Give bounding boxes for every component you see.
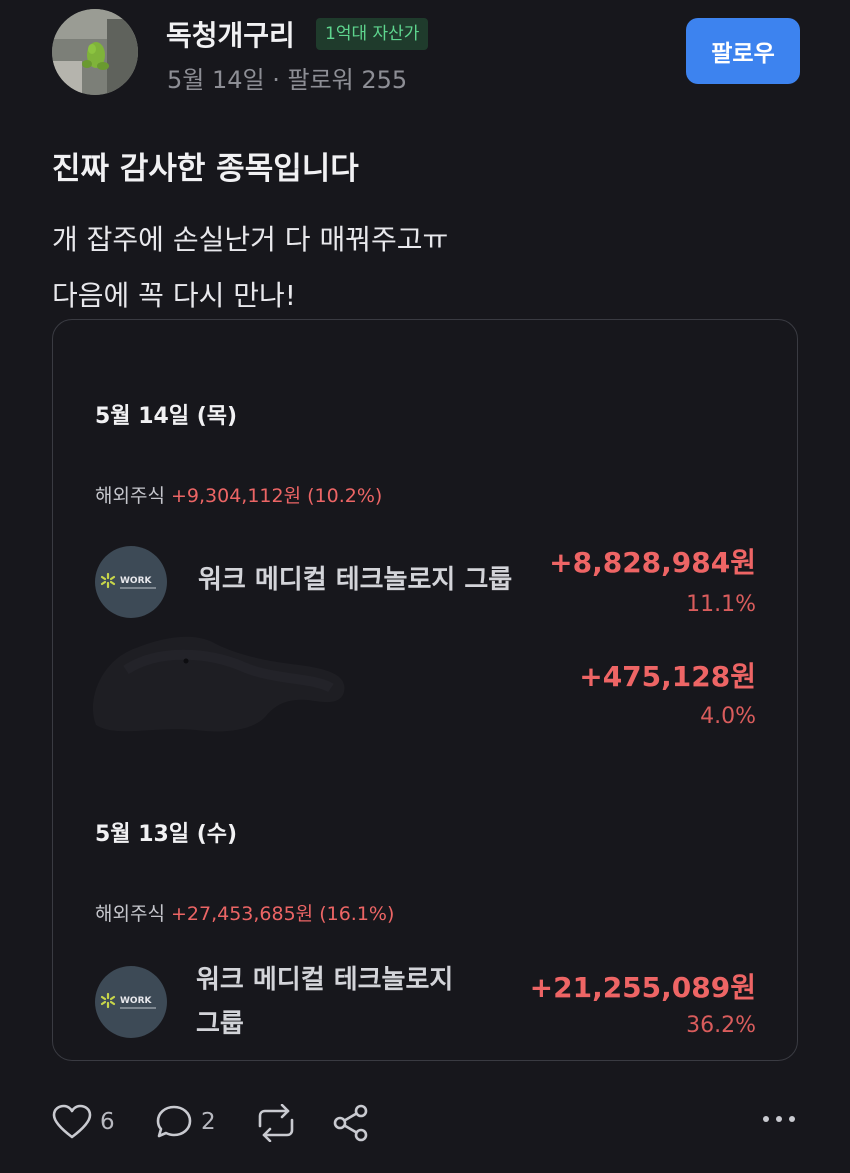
share-button[interactable] [332,1104,370,1142]
stock-pct: 4.0% [700,704,756,729]
comment-icon [156,1105,192,1138]
stock-amount: +8,828,984원 [549,546,756,579]
share-icon [333,1104,368,1142]
stock-pct: 11.1% [686,592,756,617]
category-summary: 해외주식 +9,304,112원 (10.2%) [95,481,382,508]
stock-amount: +475,128원 [579,660,756,693]
stock-logo: WORK [95,966,167,1038]
repost-button[interactable] [254,1104,298,1142]
follow-button[interactable]: 팔로우 [686,18,800,84]
post-title: 진짜 감사한 종목입니다 [52,151,359,187]
avatar[interactable] [52,9,138,95]
stock-logo: WORK [95,546,167,618]
stock-amount: +21,255,089원 [529,971,756,1004]
like-button[interactable]: 6 [52,1104,115,1140]
date-label: 5월 13일 (수) [95,822,238,847]
comment-count: 2 [201,1109,216,1135]
more-icon [763,1116,795,1122]
post-header: 독청개구리 1억대 자산가 5월 14일 · 팔로워 255 팔로우 [0,0,850,110]
more-button[interactable] [762,1114,796,1124]
logo-text: WORK [120,996,153,1006]
post-body-line: 개 잡주에 손실난거 다 매꿔주고ㅠ [52,223,449,256]
asset-badge: 1억대 자산가 [316,18,429,50]
like-count: 6 [100,1109,115,1135]
post-body-line: 다음에 꼭 다시 만나! [52,279,297,312]
category-gain: +9,304,112원 (10.2%) [170,485,383,507]
repost-icon [258,1104,294,1142]
username[interactable]: 독청개구리 [166,14,295,54]
post-body: 개 잡주에 손실난거 다 매꿔주고ㅠ 다음에 꼭 다시 만나! [52,212,448,324]
category-label: 해외주식 [95,485,165,507]
heart-icon [52,1104,92,1139]
stock-name-line: 그룹 [196,1009,244,1039]
category-label: 해외주식 [95,903,165,925]
logo-text: WORK [120,576,153,586]
action-bar: 6 2 [0,1100,850,1150]
stock-name[interactable]: 워크 메디컬 테크놀로지 그룹 [196,958,453,1046]
comment-button[interactable]: 2 [155,1104,216,1140]
date-label: 5월 14일 (목) [95,404,238,429]
work-logo-icon: WORK [100,572,156,589]
stock-name-line: 워크 메디컬 테크놀로지 [196,965,454,995]
stock-name[interactable]: 워크 메디컬 테크놀로지 그룹 [198,558,512,602]
redaction-scribble [92,636,345,732]
category-summary: 해외주식 +27,453,685원 (16.1%) [95,899,394,926]
post-meta: 5월 14일 · 팔로워 255 [167,66,408,94]
work-logo-icon: WORK [100,992,156,1009]
category-gain: +27,453,685원 (16.1%) [170,903,395,925]
stock-pct: 36.2% [686,1013,756,1038]
